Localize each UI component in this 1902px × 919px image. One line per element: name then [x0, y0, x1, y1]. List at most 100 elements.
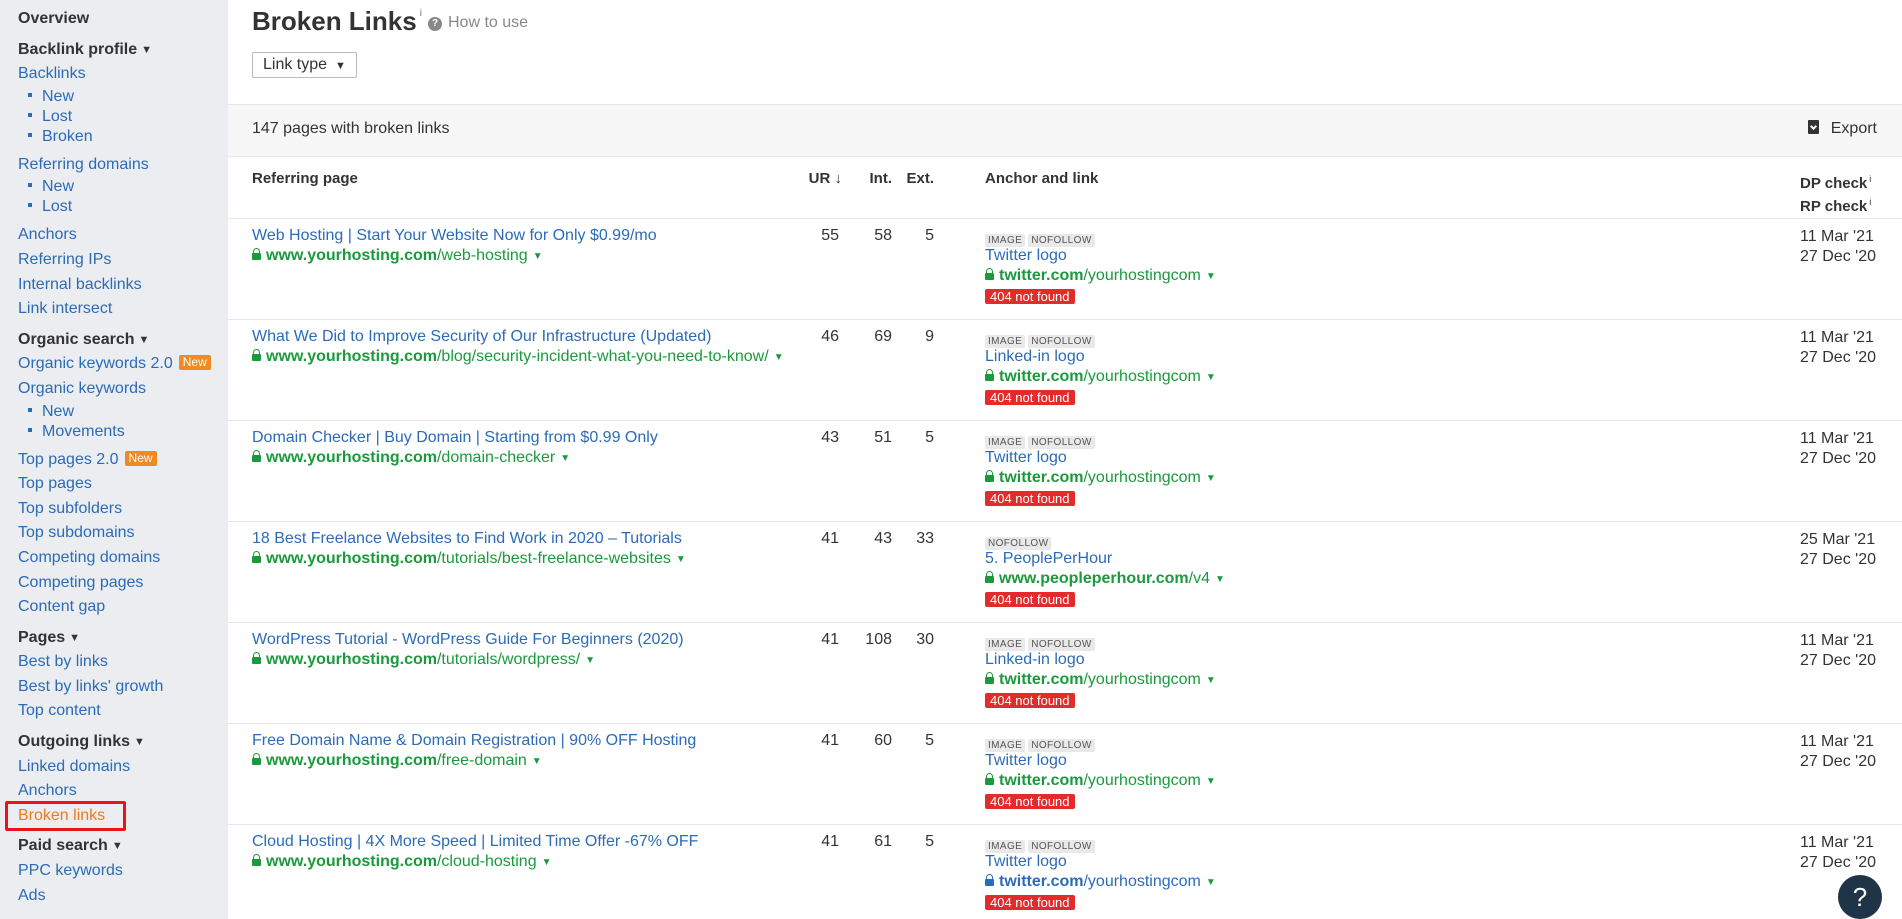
anchor-url[interactable]: twitter.com/yourhostingcom ▼ — [985, 671, 1216, 689]
sidebar-item-ppc-keywords[interactable]: PPC keywords — [18, 859, 228, 884]
referring-page-title[interactable]: Free Domain Name & Domain Registration |… — [252, 732, 696, 750]
caret-down-icon[interactable]: ▼ — [1206, 372, 1216, 383]
anchor-url[interactable]: twitter.com/yourhostingcom ▼ — [985, 368, 1216, 386]
sidebar-item-content-gap[interactable]: Content gap — [18, 595, 228, 620]
caret-down-icon[interactable]: ▼ — [774, 352, 784, 363]
referring-page-url[interactable]: www.yourhosting.com/cloud-hosting ▼ — [252, 853, 552, 871]
sidebar-item-competing-domains[interactable]: Competing domains — [18, 546, 228, 571]
sidebar-item-lost[interactable]: Lost — [18, 197, 228, 217]
sidebar-section-overview[interactable]: Overview — [18, 7, 228, 32]
ext-value[interactable]: 5 — [925, 227, 934, 245]
ext-value[interactable]: 33 — [916, 530, 934, 548]
ext-value[interactable]: 9 — [925, 328, 934, 346]
title-info-icon[interactable]: i — [420, 8, 422, 19]
sidebar-section-organic-search[interactable]: Organic search ▼ — [18, 328, 228, 353]
column-int[interactable]: Int. — [870, 170, 893, 187]
sidebar-item-broken-links[interactable]: Broken links — [5, 800, 228, 831]
referring-page-url[interactable]: www.yourhosting.com/tutorials/wordpress/… — [252, 651, 595, 669]
referring-page-title[interactable]: WordPress Tutorial - WordPress Guide For… — [252, 631, 684, 649]
help-button[interactable]: ? — [1838, 875, 1882, 919]
sidebar-section-paid-search[interactable]: Paid search ▼ — [18, 834, 228, 859]
sidebar-item-movements[interactable]: Movements — [18, 422, 228, 442]
referring-page-url[interactable]: www.yourhosting.com/web-hosting ▼ — [252, 247, 543, 265]
sidebar-item-new[interactable]: New — [18, 87, 228, 107]
int-value[interactable]: 51 — [874, 429, 892, 447]
int-value[interactable]: 60 — [874, 732, 892, 750]
int-value[interactable]: 43 — [874, 530, 892, 548]
referring-page-title[interactable]: Cloud Hosting | 4X More Speed | Limited … — [252, 833, 698, 851]
dp-check-info-icon[interactable]: i — [1869, 174, 1871, 184]
sidebar-item-top-content[interactable]: Top content — [18, 699, 228, 724]
sidebar-item-link-intersect[interactable]: Link intersect — [18, 297, 228, 322]
sidebar-item-top-pages-2-0[interactable]: Top pages 2.0 New — [18, 448, 228, 473]
column-dp-check[interactable]: DP check i — [1800, 170, 1871, 193]
caret-down-icon[interactable]: ▼ — [585, 655, 595, 666]
referring-page-url[interactable]: www.yourhosting.com/blog/security-incide… — [252, 348, 784, 366]
sidebar-item-anchors[interactable]: Anchors — [18, 223, 228, 248]
anchor-tags: NOFOLLOW — [985, 533, 1054, 551]
caret-down-icon[interactable]: ▼ — [532, 756, 542, 767]
export-button[interactable]: Export — [1807, 120, 1877, 138]
column-rp-check[interactable]: RP check i — [1800, 193, 1871, 216]
sidebar-item-ads[interactable]: Ads — [18, 884, 228, 909]
int-value[interactable]: 69 — [874, 328, 892, 346]
sidebar-item-best-by-links-growth[interactable]: Best by links' growth — [18, 675, 228, 700]
referring-page-url[interactable]: www.yourhosting.com/tutorials/best-freel… — [252, 550, 686, 568]
rp-check-info-icon[interactable]: i — [1869, 197, 1871, 207]
ext-value[interactable]: 5 — [925, 732, 934, 750]
anchor-url[interactable]: twitter.com/yourhostingcom ▼ — [985, 267, 1216, 285]
sidebar-item-linked-domains[interactable]: Linked domains — [18, 755, 228, 780]
sidebar-item-competing-pages[interactable]: Competing pages — [18, 571, 228, 596]
sidebar-section-pages[interactable]: Pages ▼ — [18, 626, 228, 651]
how-to-use-link[interactable]: ? How to use — [428, 14, 528, 32]
caret-down-icon[interactable]: ▼ — [1206, 776, 1216, 787]
sidebar-item-top-subfolders[interactable]: Top subfolders — [18, 497, 228, 522]
column-referring-page[interactable]: Referring page — [252, 170, 358, 187]
sidebar-item-top-pages[interactable]: Top pages — [18, 472, 228, 497]
sidebar-item-organic-keywords[interactable]: Organic keywords — [18, 377, 228, 402]
caret-down-icon[interactable]: ▼ — [533, 251, 543, 262]
column-ext[interactable]: Ext. — [906, 170, 934, 187]
caret-down-icon[interactable]: ▼ — [1206, 473, 1216, 484]
sidebar-item-referring-ips[interactable]: Referring IPs — [18, 248, 228, 273]
sidebar-item-best-by-links[interactable]: Best by links — [18, 650, 228, 675]
ext-value[interactable]: 30 — [916, 631, 934, 649]
referring-page-title[interactable]: Domain Checker | Buy Domain | Starting f… — [252, 429, 658, 447]
anchor-url[interactable]: www.peopleperhour.com/v4 ▼ — [985, 570, 1225, 588]
caret-down-icon[interactable]: ▼ — [1206, 271, 1216, 282]
referring-page-title[interactable]: What We Did to Improve Security of Our I… — [252, 328, 711, 346]
ext-value[interactable]: 5 — [925, 833, 934, 851]
referring-page-url[interactable]: www.yourhosting.com/domain-checker ▼ — [252, 449, 570, 467]
referring-page-url[interactable]: www.yourhosting.com/free-domain ▼ — [252, 752, 542, 770]
anchor-url[interactable]: twitter.com/yourhostingcom ▼ — [985, 469, 1216, 487]
sidebar-section-outgoing-links[interactable]: Outgoing links ▼ — [18, 730, 228, 755]
caret-down-icon[interactable]: ▼ — [676, 554, 686, 565]
caret-down-icon[interactable]: ▼ — [1206, 877, 1216, 888]
link-type-dropdown[interactable]: Link type ▼ — [252, 52, 357, 78]
sidebar-item-top-subdomains[interactable]: Top subdomains — [18, 521, 228, 546]
sidebar-item-organic-keywords-2-0[interactable]: Organic keywords 2.0 New — [18, 352, 228, 377]
anchor-url[interactable]: twitter.com/yourhostingcom ▼ — [985, 873, 1216, 891]
int-value[interactable]: 58 — [874, 227, 892, 245]
caret-down-icon[interactable]: ▼ — [542, 857, 552, 868]
anchor-url[interactable]: twitter.com/yourhostingcom ▼ — [985, 772, 1216, 790]
column-anchor[interactable]: Anchor and link — [985, 170, 1098, 187]
sidebar-item-internal-backlinks[interactable]: Internal backlinks — [18, 273, 228, 298]
sidebar-item-referring-domains[interactable]: Referring domains — [18, 153, 228, 178]
sidebar-item-new[interactable]: New — [18, 402, 228, 422]
caret-down-icon[interactable]: ▼ — [560, 453, 570, 464]
column-ur[interactable]: UR ↓ — [809, 170, 842, 187]
sidebar-item-backlinks[interactable]: Backlinks — [18, 62, 228, 87]
sidebar-label: PPC keywords — [18, 862, 123, 880]
caret-down-icon[interactable]: ▼ — [1215, 574, 1225, 585]
int-value[interactable]: 61 — [874, 833, 892, 851]
sidebar-item-broken[interactable]: Broken — [18, 127, 228, 147]
int-value[interactable]: 108 — [865, 631, 892, 649]
caret-down-icon[interactable]: ▼ — [1206, 675, 1216, 686]
referring-page-title[interactable]: Web Hosting | Start Your Website Now for… — [252, 227, 657, 245]
referring-page-title[interactable]: 18 Best Freelance Websites to Find Work … — [252, 530, 682, 548]
sidebar-item-lost[interactable]: Lost — [18, 107, 228, 127]
ext-value[interactable]: 5 — [925, 429, 934, 447]
sidebar-item-new[interactable]: New — [18, 177, 228, 197]
sidebar-section-backlink-profile[interactable]: Backlink profile ▼ — [18, 38, 228, 63]
